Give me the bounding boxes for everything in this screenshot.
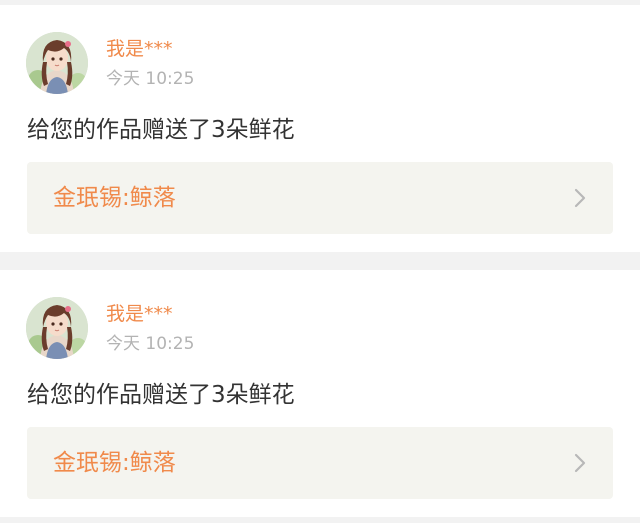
timestamp: 今天 10:25 [106, 334, 195, 354]
username[interactable]: 我是*** [106, 302, 173, 326]
notification-card: 我是*** 今天 10:25 给您的作品赠送了3朵鲜花 金珉锡:鲸落 [0, 270, 640, 517]
gift-message: 给您的作品赠送了3朵鲜花 [27, 117, 295, 143]
anime-girl-avatar-icon[interactable] [26, 297, 88, 359]
gift-message: 给您的作品赠送了3朵鲜花 [27, 382, 295, 408]
work-link-card[interactable]: 金珉锡:鲸落 [27, 162, 613, 234]
chevron-right-icon [573, 453, 587, 473]
anime-girl-avatar-icon[interactable] [26, 32, 88, 94]
work-link-card[interactable]: 金珉锡:鲸落 [27, 427, 613, 499]
username[interactable]: 我是*** [106, 37, 173, 61]
notification-feed: 我是*** 今天 10:25 给您的作品赠送了3朵鲜花 金珉锡:鲸落 我是***… [0, 0, 640, 523]
work-title: 金珉锡:鲸落 [53, 185, 176, 211]
chevron-right-icon [573, 188, 587, 208]
notification-card: 我是*** 今天 10:25 给您的作品赠送了3朵鲜花 金珉锡:鲸落 [0, 5, 640, 252]
work-title: 金珉锡:鲸落 [53, 450, 176, 476]
timestamp: 今天 10:25 [106, 69, 195, 89]
